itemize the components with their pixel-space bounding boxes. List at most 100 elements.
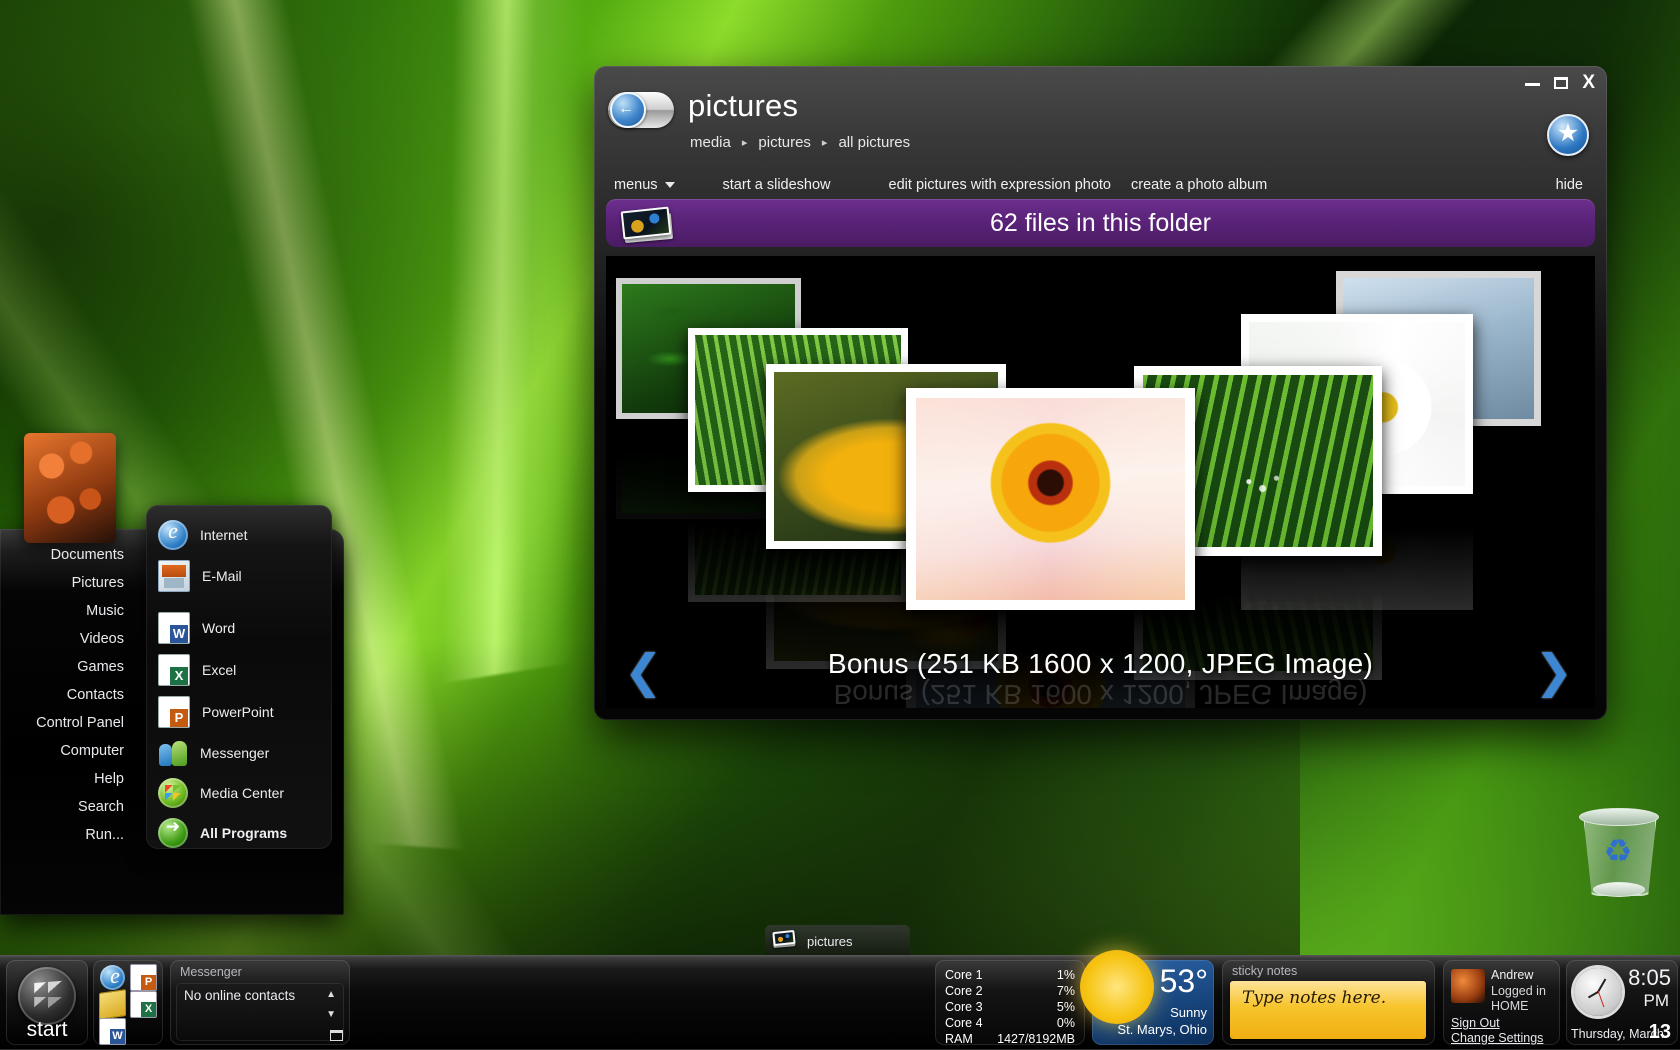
user-avatar[interactable] (24, 433, 116, 543)
cpu-row-label: Core 4 (945, 1016, 983, 1030)
start-button[interactable]: start (6, 960, 88, 1045)
messenger-status-text: No online contacts (184, 988, 296, 1003)
favorites-button[interactable]: ★ (1547, 114, 1589, 156)
program-label: Word (202, 620, 236, 636)
cpu-monitor-gadget[interactable]: Core 1 1% Core 2 7% Core 3 5% Core 4 0% … (935, 960, 1085, 1046)
scroll-up-icon[interactable]: ▲ (326, 989, 336, 1000)
program-divider (146, 597, 332, 607)
start-menu-places-list: Documents Pictures Music Videos Games Co… (0, 541, 140, 849)
cpu-row-core3: Core 3 5% (945, 1000, 1075, 1014)
start-item-documents[interactable]: Documents (0, 541, 140, 569)
recycle-symbol-icon: ♻ (1603, 833, 1633, 869)
start-item-computer[interactable]: Computer (0, 737, 140, 765)
cpu-row-core2: Core 2 7% (945, 984, 1075, 998)
taskbar-window-button-pictures[interactable]: pictures (765, 925, 910, 957)
program-label: Media Center (200, 785, 285, 801)
user-status-line2: HOME (1491, 999, 1529, 1013)
taskbar: start Messenger No online contacts ▲ ▼ C… (0, 950, 1680, 1050)
sticky-note-icon[interactable] (99, 989, 126, 1020)
hide-button[interactable]: hide (1556, 177, 1583, 193)
album-thumbnail (774, 932, 794, 944)
start-item-music[interactable]: Music (0, 597, 140, 625)
close-button[interactable]: X (1582, 73, 1595, 92)
clock-gadget[interactable]: 8:05 PM Thursday, March 13 (1566, 960, 1678, 1045)
program-item-media-center[interactable]: Media Center (146, 773, 332, 813)
folder-info-banner: 62 files in this folder (606, 199, 1595, 247)
breadcrumb-item-media[interactable]: media (690, 134, 731, 151)
change-settings-link[interactable]: Change Settings (1451, 1031, 1543, 1045)
user-name: Andrew (1491, 968, 1534, 982)
cpu-row-core1: Core 1 1% (945, 968, 1075, 982)
photo-selected-orange-gerbera[interactable] (906, 388, 1195, 610)
word-icon[interactable] (99, 1018, 126, 1045)
chevron-down-icon (664, 182, 675, 188)
sticky-notes-placeholder: Type notes here. (1242, 988, 1387, 1008)
user-status-line1: Logged in (1491, 984, 1546, 998)
recycle-bin-icon[interactable]: ♻ (1575, 800, 1661, 904)
start-item-pictures[interactable]: Pictures (0, 569, 140, 597)
all-programs-icon (158, 817, 188, 848)
program-item-internet[interactable]: Internet (146, 515, 332, 555)
sticky-notes-gadget[interactable]: sticky notes Type notes here. (1222, 960, 1435, 1045)
breadcrumb-separator-icon: ▸ (821, 137, 828, 149)
taskbar-window-label: pictures (807, 933, 853, 949)
messenger-contacts-box[interactable]: No online contacts ▲ ▼ (176, 983, 344, 1041)
messenger-gadget[interactable]: Messenger No online contacts ▲ ▼ (170, 960, 350, 1045)
start-menu[interactable]: Documents Pictures Music Videos Games Co… (0, 433, 344, 915)
window-controls: X (1525, 73, 1595, 92)
excel-icon[interactable] (130, 991, 157, 1018)
start-item-games[interactable]: Games (0, 653, 140, 681)
minimize-button[interactable] (1525, 77, 1541, 89)
coverflow-viewport[interactable]: ❮ ❯ Bonus (251 KB 1600 x 1200, JPEG Imag… (606, 256, 1595, 708)
program-item-email[interactable]: E-Mail (146, 555, 332, 597)
edit-pictures-button[interactable]: edit pictures with expression photo (889, 177, 1111, 193)
cpu-row-label: RAM (945, 1032, 973, 1046)
weather-gadget[interactable]: 53° Sunny St. Marys, Ohio (1080, 950, 1214, 1045)
program-item-messenger[interactable]: Messenger (146, 733, 332, 773)
weather-condition: Sunny (1170, 1005, 1207, 1020)
program-item-excel[interactable]: Excel (146, 649, 332, 691)
start-item-videos[interactable]: Videos (0, 625, 140, 653)
internet-explorer-icon[interactable] (100, 963, 130, 990)
start-item-control-panel[interactable]: Control Panel (0, 709, 140, 737)
maximize-button[interactable] (1554, 77, 1569, 89)
user-session-gadget[interactable]: Andrew Logged in HOME Sign Out Change Se… (1443, 960, 1560, 1045)
word-icon (158, 612, 190, 644)
start-item-search[interactable]: Search (0, 793, 140, 821)
avatar (1451, 969, 1485, 1003)
start-item-help[interactable]: Help (0, 765, 140, 793)
breadcrumb-item-pictures[interactable]: pictures (758, 134, 811, 151)
windows-logo-icon (34, 980, 62, 1012)
weather-temperature: 53° (1159, 963, 1208, 999)
weather-location: St. Marys, Ohio (1117, 1022, 1207, 1037)
menus-dropdown[interactable]: menus (614, 177, 675, 193)
messenger-gadget-title: Messenger (180, 965, 242, 979)
back-button[interactable]: ← (608, 90, 674, 130)
start-item-contacts[interactable]: Contacts (0, 681, 140, 709)
photo-reflection (906, 610, 1195, 708)
sun-icon (1080, 950, 1154, 1024)
create-photo-album-button[interactable]: create a photo album (1131, 177, 1267, 193)
menus-label: menus (614, 177, 658, 193)
scroll-down-icon[interactable]: ▼ (326, 1009, 336, 1020)
sticky-notes-input[interactable]: Type notes here. (1230, 981, 1426, 1039)
program-item-word[interactable]: Word (146, 607, 332, 649)
sign-out-link[interactable]: Sign Out (1451, 1016, 1500, 1030)
program-label: Excel (202, 662, 237, 678)
photo-gallery-window[interactable]: X ← pictures media ▸ pictures ▸ all pict… (594, 66, 1607, 720)
cpu-row-value: 0% (1056, 1016, 1075, 1030)
program-label: E-Mail (202, 568, 242, 584)
cpu-row-ram: RAM 1427/8192MB (945, 1032, 1075, 1046)
cpu-row-value: 5% (1056, 1000, 1075, 1014)
clock-time: 8:05 (1628, 965, 1671, 990)
program-item-powerpoint[interactable]: PowerPoint (146, 691, 332, 733)
start-slideshow-button[interactable]: start a slideshow (723, 177, 831, 193)
powerpoint-icon[interactable] (130, 964, 157, 991)
recycle-bin-lip (1579, 808, 1659, 826)
program-item-all-programs[interactable]: All Programs (146, 813, 332, 853)
start-item-run[interactable]: Run... (0, 821, 140, 849)
photo-image (916, 398, 1185, 600)
breadcrumb-item-all-pictures[interactable]: all pictures (838, 134, 910, 151)
restore-window-icon[interactable] (330, 1030, 343, 1041)
messenger-icon (158, 738, 188, 768)
